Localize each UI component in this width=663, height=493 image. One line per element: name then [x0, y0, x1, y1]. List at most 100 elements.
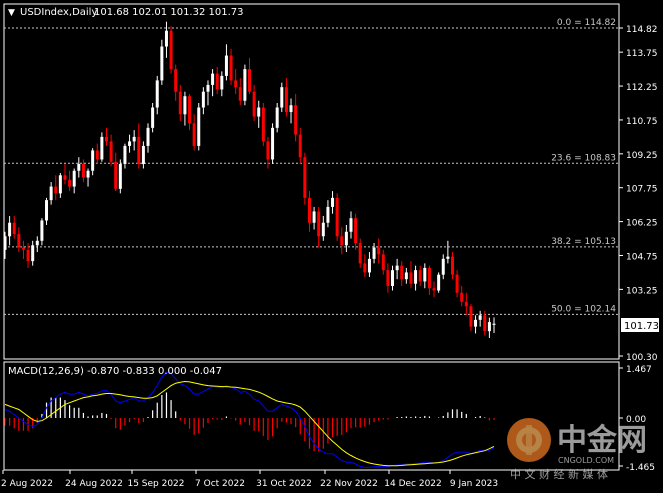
candle-body — [317, 211, 321, 237]
candle-body — [248, 69, 251, 92]
price-tick-label: 110.75 — [626, 117, 658, 127]
candle-body — [381, 254, 385, 271]
candle-body — [423, 267, 427, 282]
candle-body — [81, 163, 85, 178]
candle-body — [284, 87, 288, 113]
current-price-tag: 101.73 — [621, 318, 659, 332]
candle-body — [21, 247, 25, 250]
candle-body — [455, 274, 459, 293]
candle-body — [141, 145, 145, 164]
candle-body — [197, 107, 201, 146]
time-tick-label: 2 Aug 2022 — [1, 479, 53, 489]
candle-body — [386, 270, 390, 286]
candle-body — [220, 75, 224, 90]
price-tick-label: 109.25 — [626, 151, 658, 161]
candle-body — [206, 84, 210, 92]
candle-body — [409, 272, 413, 284]
candle-body — [303, 157, 307, 198]
candle-body — [349, 218, 353, 232]
price-tick-label: 107.75 — [626, 185, 658, 195]
candle-body — [211, 73, 215, 85]
candle-body — [266, 141, 270, 160]
candle-body — [372, 247, 376, 259]
price-tick-label: 106.25 — [626, 219, 658, 229]
price-tick-label: 112.25 — [626, 83, 658, 93]
candle-body — [160, 46, 164, 81]
candle-body — [54, 186, 58, 194]
candle-body — [261, 107, 265, 142]
candle-body — [404, 272, 408, 280]
candle-body — [331, 197, 335, 207]
candle-body — [201, 91, 205, 108]
candle-body — [128, 141, 132, 146]
candle-body — [164, 30, 168, 47]
candle-body — [289, 105, 293, 113]
candle-body — [441, 258, 445, 275]
candle-body — [137, 136, 141, 164]
candle-body — [275, 107, 279, 128]
candle-body — [77, 163, 81, 171]
time-tick-label: 14 Dec 2022 — [384, 479, 442, 489]
candle-body — [118, 163, 122, 189]
candle-body — [335, 197, 339, 237]
price-tick-label: 113.75 — [626, 49, 658, 59]
candle-body — [146, 127, 150, 146]
candle-body — [271, 127, 275, 160]
candle-body — [40, 220, 44, 241]
candle-body — [492, 323, 496, 325]
candle-body — [354, 218, 358, 244]
time-tick-label: 22 Nov 2022 — [320, 479, 378, 489]
fib-label: 23.6 = 108.83 — [551, 153, 616, 163]
chart-window[interactable]: 0.0 = 114.82 23.6 = 108.83 38.2 = 105.13 50… — [0, 0, 663, 493]
candle-body — [344, 231, 348, 246]
time-tick-label: 31 Oct 2022 — [256, 479, 312, 489]
candle-body — [183, 96, 187, 115]
candle-body — [464, 301, 468, 307]
candle-body — [460, 292, 464, 302]
candle-body — [91, 150, 95, 171]
candle-body — [432, 288, 436, 291]
chart-menu-icon[interactable]: ▼ — [8, 8, 15, 18]
candle-body — [155, 80, 159, 108]
candle-body — [8, 222, 12, 237]
candle-body — [188, 96, 192, 124]
candle-body — [437, 274, 441, 291]
candle-body — [418, 270, 422, 282]
candle-body — [58, 175, 62, 194]
candle-body — [474, 319, 478, 327]
candle-body — [12, 222, 16, 235]
candle-body — [307, 197, 311, 223]
header-label: ▼ USDIndex,Daily 101.68 102.01 101.32 10… — [8, 7, 244, 18]
time-tick-label: 24 Aug 2022 — [65, 479, 123, 489]
candle-body — [243, 69, 247, 101]
watermark-logo-text: 中金网 — [557, 423, 647, 458]
candle-body — [400, 265, 404, 280]
candle-body — [358, 243, 362, 264]
candle-body — [95, 150, 99, 160]
candle-body — [363, 263, 367, 273]
price-tick-label: 100.30 — [626, 353, 658, 363]
candle-body — [169, 30, 173, 70]
candle-body — [340, 236, 344, 246]
candle-body — [469, 306, 473, 327]
candle-body — [174, 69, 178, 92]
candle-body — [132, 136, 136, 142]
candle-body — [234, 80, 238, 88]
candle-body — [367, 258, 371, 273]
watermark-tagline: 中 文 财 经 新 媒 体 — [510, 467, 608, 481]
candle-body — [26, 249, 30, 262]
candle-body — [238, 87, 242, 101]
candle-body — [72, 170, 76, 187]
candle-body — [395, 265, 399, 271]
candle-body — [3, 236, 7, 250]
candle-body — [312, 211, 316, 223]
candle-body — [104, 136, 108, 142]
candle-body — [257, 107, 261, 117]
macd-label: MACD(12,26,9) -0.870 -0.833 0.000 -0.047 — [8, 366, 222, 377]
candle-body — [298, 134, 302, 158]
candle-body — [151, 107, 155, 128]
candle-body — [215, 73, 219, 90]
candle-body — [252, 91, 256, 117]
candle-body — [478, 315, 482, 320]
ohlc-values: 101.68 102.01 101.32 101.73 — [94, 7, 244, 18]
